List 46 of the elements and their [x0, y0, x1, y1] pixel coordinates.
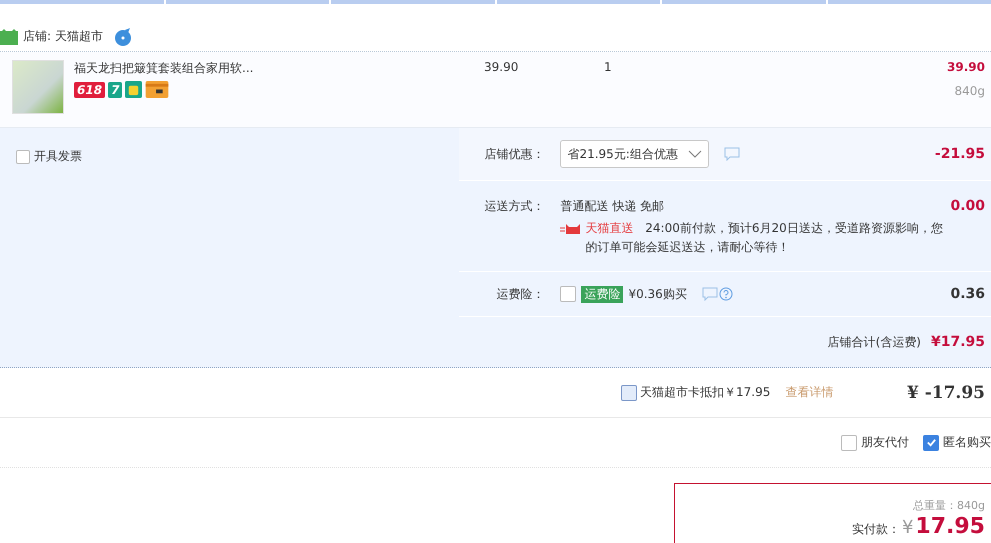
item-subtotal: 39.90 [947, 60, 985, 74]
promo-badge: 618 [74, 82, 106, 98]
delivery-note: 天猫直送 24:00前付款，预计6月20日送达，受道路资源影响，您的订单可能会延迟送达，请耐心等待！ [585, 220, 944, 256]
pay-label: 实付款： [852, 521, 900, 538]
chat-bubble-icon[interactable] [114, 28, 132, 46]
product-photo-placeholder[interactable] [12, 60, 64, 114]
item-weight: 840g [954, 84, 985, 98]
option-label: 匿名购买 [943, 434, 991, 451]
card-checkbox[interactable] [621, 384, 637, 400]
card-icon [145, 81, 170, 98]
shipping-amount: 0.00 [950, 198, 985, 216]
card-amount: ¥ -17.95 [906, 382, 985, 402]
insurance-tag: 运费险 [581, 286, 624, 302]
currency-sign: ¥ [902, 517, 914, 538]
store-name: 店铺: 天猫超市 [23, 28, 103, 45]
quantity: 1 [604, 60, 613, 76]
product-title[interactable]: 福天龙扫把簸箕套装组合家用软... [74, 60, 474, 77]
insurance-checkbox[interactable] [560, 286, 576, 302]
insurance-label: 运费险： [495, 286, 544, 302]
cat-head-icon [560, 222, 582, 234]
store-total-amount: ¥17.95 [930, 334, 985, 350]
insurance-amount: 0.36 [950, 286, 985, 302]
shipping-label: 运送方式： [483, 198, 544, 215]
bag-icon [125, 81, 142, 98]
shipping-method: 普通配送 快递 免邮 [560, 198, 664, 215]
message-icon[interactable] [724, 147, 740, 161]
option-checkbox[interactable] [923, 434, 939, 450]
card-label: 天猫超市卡抵扣￥17.95 [640, 384, 770, 401]
total-weight: 总重量：840g [913, 498, 985, 513]
promo-badge: 7 [108, 82, 122, 98]
help-icon[interactable] [718, 287, 733, 301]
discount-select[interactable]: 省21.95元:组合优惠 [560, 140, 709, 168]
message-icon[interactable] [702, 287, 718, 301]
option-checkbox[interactable] [841, 434, 857, 450]
supermarket-logo-icon [0, 28, 18, 44]
caret-icon [688, 150, 702, 158]
discount-amount: -21.95 [934, 146, 985, 162]
checkmark-icon [926, 437, 936, 448]
option-label: 朋友代付 [861, 434, 909, 451]
invoice-label: 开具发票 [34, 148, 82, 165]
discount-label: 店铺优惠： [483, 146, 544, 162]
invoice-checkbox[interactable] [16, 150, 30, 164]
store-total-label: 店铺合计(含运费) [828, 334, 921, 350]
insurance-price: ¥0.36购买 [628, 286, 687, 302]
unit-price: 39.90 [484, 60, 520, 76]
pay-amount: 17.95 [915, 515, 985, 539]
